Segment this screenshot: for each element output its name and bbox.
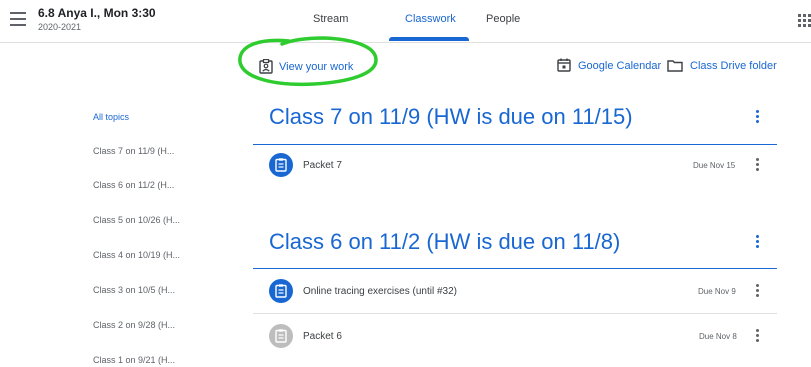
- calendar-icon: [557, 58, 571, 72]
- class-name[interactable]: 6.8 Anya I., Mon 3:30: [38, 6, 156, 20]
- hamburger-menu-icon[interactable]: [10, 12, 26, 26]
- class-year: 2020-2021: [38, 22, 82, 32]
- topic-divider: [253, 144, 777, 145]
- sidebar-item-class-1[interactable]: Class 1 on 9/21 (H...: [93, 355, 175, 365]
- google-calendar-label[interactable]: Google Calendar: [578, 60, 661, 72]
- topic-more-options-icon[interactable]: [756, 235, 760, 249]
- tab-stream[interactable]: Stream: [313, 13, 348, 25]
- topic-divider: [253, 268, 777, 269]
- sidebar-item-class-3[interactable]: Class 3 on 10/5 (H...: [93, 285, 175, 295]
- sidebar-item-class-6[interactable]: Class 6 on 11/2 (H...: [93, 180, 174, 190]
- folder-icon: [667, 60, 683, 72]
- top-app-bar: 6.8 Anya I., Mon 3:30 2020-2021 Stream C…: [0, 0, 811, 43]
- assignment-title[interactable]: Online tracing exercises (until #32): [303, 286, 457, 297]
- sidebar-item-class-7[interactable]: Class 7 on 11/9 (H...: [93, 146, 174, 156]
- assignment-ind-icon: [259, 59, 273, 74]
- assignment-more-options-icon[interactable]: [756, 284, 760, 298]
- assignment-more-options-icon[interactable]: [756, 329, 760, 343]
- assignment-due-date: Due Nov 15: [693, 161, 736, 170]
- assignment-title[interactable]: Packet 7: [303, 160, 342, 171]
- assignment-title[interactable]: Packet 6: [303, 331, 342, 342]
- topic-title[interactable]: Class 6 on 11/2 (HW is due on 11/8): [269, 229, 620, 255]
- topic-title[interactable]: Class 7 on 11/9 (HW is due on 11/15): [269, 104, 633, 130]
- assignment-more-options-icon[interactable]: [756, 158, 760, 172]
- view-your-work-label[interactable]: View your work: [279, 61, 353, 73]
- assignment-draft-icon: [269, 324, 293, 348]
- active-tab-indicator: [389, 37, 469, 41]
- sidebar-item-class-5[interactable]: Class 5 on 10/26 (H...: [93, 215, 180, 225]
- topic-more-options-icon[interactable]: [756, 110, 760, 124]
- sidebar-item-class-4[interactable]: Class 4 on 10/19 (H...: [93, 250, 180, 260]
- tab-classwork[interactable]: Classwork: [405, 13, 456, 25]
- sidebar-item-class-2[interactable]: Class 2 on 9/28 (H...: [93, 320, 175, 330]
- assignment-icon: [269, 153, 293, 177]
- sidebar-item-all-topics[interactable]: All topics: [93, 112, 129, 122]
- tab-people[interactable]: People: [486, 13, 520, 25]
- apps-grid-icon[interactable]: [798, 14, 811, 27]
- class-drive-folder-label[interactable]: Class Drive folder: [690, 60, 777, 72]
- assignment-due-date: Due Nov 8: [699, 332, 737, 341]
- assignment-due-date: Due Nov 9: [698, 287, 736, 296]
- assignment-icon: [269, 279, 293, 303]
- row-divider: [253, 313, 777, 314]
